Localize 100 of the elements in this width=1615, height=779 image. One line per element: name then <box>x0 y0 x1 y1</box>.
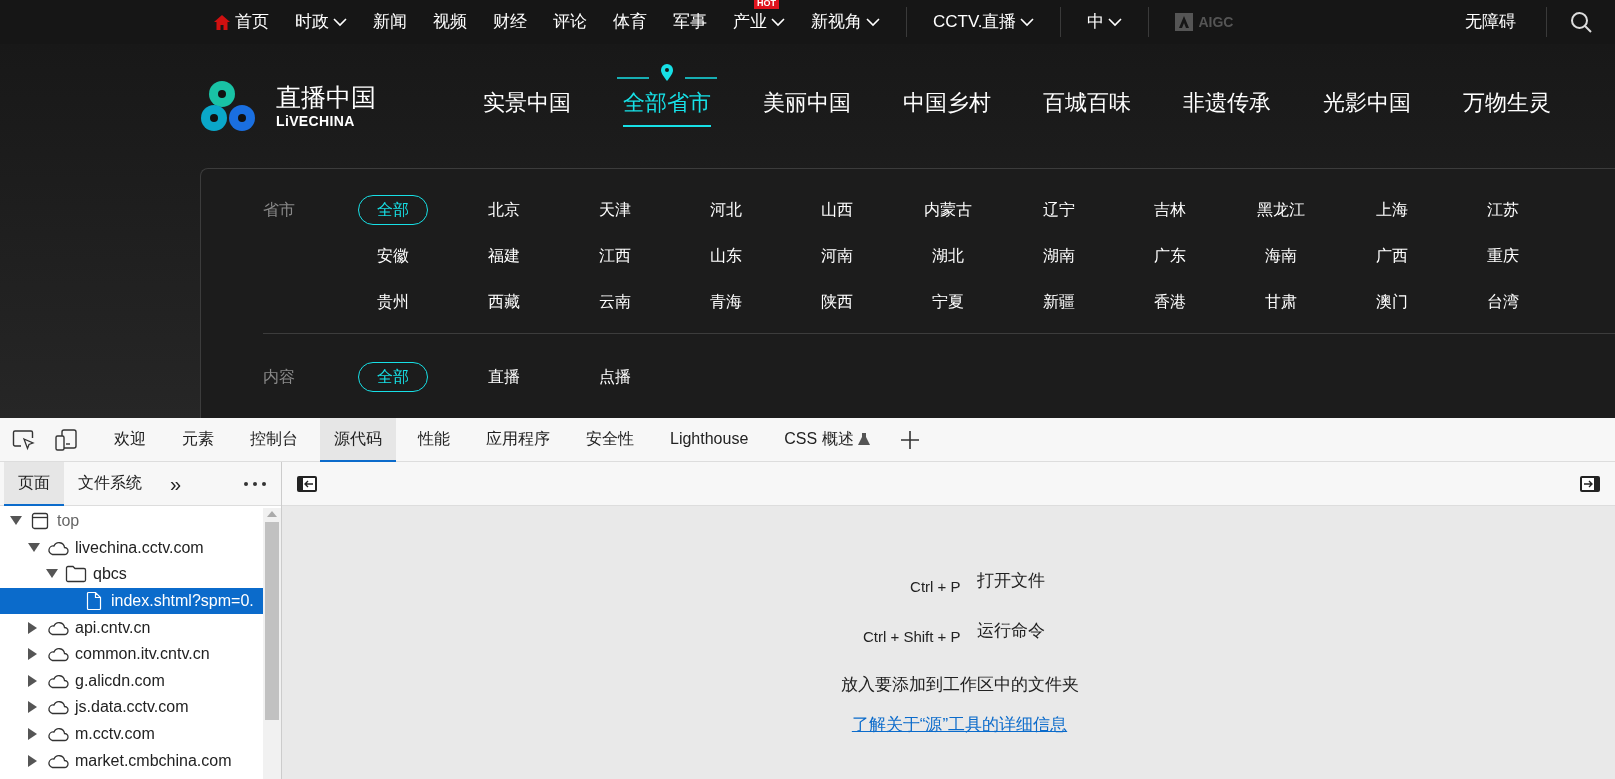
filter-option[interactable]: 台湾 <box>1467 287 1538 317</box>
devtools-tab[interactable]: 安全性 <box>572 417 648 462</box>
channel-tab[interactable]: 光影中国 <box>1323 85 1411 127</box>
top-nav-link[interactable]: 时政 <box>282 9 360 35</box>
filter-option[interactable]: 点播 <box>579 362 650 392</box>
top-nav-link[interactable]: 视频 <box>420 9 480 35</box>
devtools-tab[interactable]: 源代码 <box>320 417 396 462</box>
drop-hint: 放入要添加到工作区中的文件夹 <box>840 674 1079 696</box>
aigc-logo: AIGC <box>1174 11 1234 33</box>
filter-option[interactable]: 广东 <box>1134 241 1205 271</box>
tree-item[interactable]: livechina.cctv.com <box>0 534 263 562</box>
filter-option[interactable]: 新疆 <box>1023 287 1094 317</box>
tree-item[interactable]: g.alicdn.com <box>0 667 263 695</box>
filter-option[interactable]: 江苏 <box>1467 195 1538 225</box>
filter-option[interactable]: 江西 <box>579 241 650 271</box>
filter-option[interactable]: 陕西 <box>801 287 872 317</box>
sidebar-tab[interactable]: 页面 <box>4 461 64 506</box>
filter-option[interactable]: 北京 <box>468 195 539 225</box>
filter-option[interactable]: 青海 <box>690 287 761 317</box>
tree-item[interactable]: m.cctv.com <box>0 720 263 748</box>
collapsed-triangle-icon <box>28 674 38 687</box>
filter-option[interactable]: 广西 <box>1356 241 1427 271</box>
inspect-element-icon[interactable] <box>12 428 36 451</box>
device-toolbar-icon[interactable] <box>54 427 78 452</box>
top-nav-link[interactable]: 军事 <box>660 9 720 35</box>
top-nav-link[interactable]: 新视角 <box>798 9 893 35</box>
channel-tab[interactable]: 非遗传承 <box>1183 85 1271 127</box>
tree-item[interactable]: market.cmbchina.com <box>0 747 263 774</box>
filter-option[interactable]: 湖北 <box>912 241 983 271</box>
devtools-tab[interactable]: 性能 <box>404 417 464 462</box>
filter-option[interactable]: 云南 <box>579 287 650 317</box>
accessibility-link[interactable]: 无障碍 <box>1465 9 1516 35</box>
tree-item[interactable]: api.cntv.cn <box>0 614 263 641</box>
top-nav-link[interactable]: 体育 <box>600 9 660 35</box>
filter-option[interactable]: 福建 <box>468 241 539 271</box>
more-options-icon[interactable] <box>243 480 267 487</box>
cloud-icon <box>47 699 69 716</box>
expanded-triangle-icon <box>10 516 22 527</box>
top-nav-link[interactable]: 财经 <box>480 9 540 35</box>
filter-option[interactable]: 直播 <box>468 362 539 392</box>
filter-option[interactable]: 辽宁 <box>1023 195 1094 225</box>
filter-option[interactable]: 上海 <box>1356 195 1427 225</box>
site-logo[interactable]: 直播中国 LiVECHINA <box>200 76 457 136</box>
hot-badge: HOT <box>754 0 779 10</box>
cloud-icon <box>47 752 69 769</box>
folder-icon <box>65 565 87 584</box>
tree-item[interactable]: common.itv.cntv.cn <box>0 640 263 668</box>
search-icon[interactable] <box>1570 11 1592 33</box>
filter-option[interactable]: 甘肃 <box>1245 287 1316 317</box>
filter-option[interactable]: 湖南 <box>1023 241 1094 271</box>
learn-more-link[interactable]: 了解关于“源”工具的详细信息 <box>851 711 1068 737</box>
filter-option[interactable]: 山东 <box>690 241 761 271</box>
channel-tab[interactable]: 中国乡村 <box>903 85 991 127</box>
devtools-tab[interactable]: 控制台 <box>236 417 312 462</box>
scrollbar[interactable] <box>263 508 281 779</box>
devtools-tab[interactable]: 欢迎 <box>100 417 160 462</box>
channel-tab[interactable]: 万物生灵 <box>1463 85 1551 127</box>
filter-option[interactable]: 安徽 <box>357 241 428 271</box>
channel-tab[interactable]: 全部省市 <box>623 85 711 127</box>
filter-option[interactable]: 黑龙江 <box>1237 195 1324 225</box>
top-nav-link[interactable]: 新闻 <box>360 9 420 35</box>
shortcut-keys: Ctrl + P <box>800 576 961 599</box>
devtools-tab[interactable]: Lighthouse <box>656 417 763 462</box>
cloud-icon <box>47 726 69 743</box>
more-tabs-button[interactable]: » <box>164 468 188 499</box>
top-nav-link[interactable]: 产业 <box>720 9 798 35</box>
devtools-tab[interactable]: CSS 概述 <box>770 417 884 462</box>
add-tab-icon[interactable] <box>899 429 920 450</box>
tree-item[interactable]: index.shtml?spm=0. <box>0 587 263 615</box>
top-nav-link[interactable]: CCTV.直播 <box>920 9 1048 35</box>
channel-tab[interactable]: 美丽中国 <box>763 85 851 127</box>
expanded-triangle-icon <box>28 542 40 553</box>
filter-option[interactable]: 山西 <box>801 195 872 225</box>
channel-tab[interactable]: 实景中国 <box>483 85 571 127</box>
top-nav-link[interactable]: 评论 <box>540 9 600 35</box>
filter-option[interactable]: 宁夏 <box>912 287 983 317</box>
filter-option[interactable]: 西藏 <box>468 287 539 317</box>
filter-option[interactable]: 河南 <box>801 241 872 271</box>
devtools-tab[interactable]: 应用程序 <box>472 417 564 462</box>
filter-option[interactable]: 海南 <box>1245 241 1316 271</box>
tree-item[interactable]: top <box>0 508 263 535</box>
expand-sidebar-icon[interactable] <box>1579 474 1601 493</box>
filter-option[interactable]: 重庆 <box>1467 241 1538 271</box>
chevron-down-icon <box>1108 17 1123 27</box>
top-nav-link[interactable]: 中 <box>1074 9 1136 35</box>
tree-item[interactable]: qbcs <box>0 561 263 588</box>
filter-option[interactable]: 澳门 <box>1356 287 1427 317</box>
devtools-tab[interactable]: 元素 <box>168 417 228 462</box>
channel-tab[interactable]: 百城百味 <box>1043 85 1131 127</box>
filter-option[interactable]: 贵州 <box>357 287 428 317</box>
filter-option[interactable]: 河北 <box>690 195 761 225</box>
tree-item[interactable]: js.data.cctv.com <box>0 694 263 721</box>
filter-option[interactable]: 天津 <box>579 195 650 225</box>
sidebar-tab[interactable]: 文件系统 <box>64 461 156 506</box>
collapsed-triangle-icon <box>28 701 38 714</box>
filter-option[interactable]: 吉林 <box>1134 195 1205 225</box>
filter-option[interactable]: 香港 <box>1134 287 1205 317</box>
collapse-sidebar-icon[interactable] <box>296 474 318 493</box>
top-nav-link[interactable]: 首页 <box>200 9 282 35</box>
filter-option[interactable]: 内蒙古 <box>904 195 991 225</box>
